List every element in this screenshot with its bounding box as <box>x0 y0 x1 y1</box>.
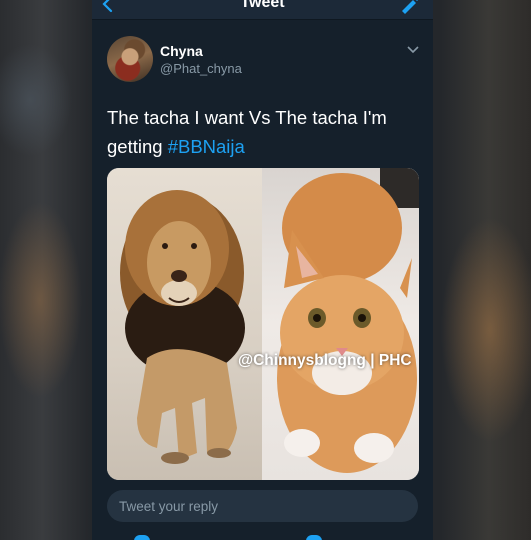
compose-icon[interactable] <box>399 0 421 14</box>
page-title: Tweet <box>240 0 285 11</box>
tweet-image[interactable] <box>107 168 419 480</box>
lion-image <box>107 168 262 480</box>
hashtag-link[interactable]: #BBNaija <box>168 136 245 157</box>
cat-image <box>262 168 419 480</box>
avatar[interactable] <box>107 36 153 82</box>
bottom-tab-bar <box>92 530 433 540</box>
watermark-text: @Chinnysblogng | PHC <box>238 352 412 369</box>
home-tab-icon[interactable] <box>134 535 150 540</box>
tweet-text: The tacha I want Vs The tacha I'm gettin… <box>107 103 422 161</box>
tweet-body-text: The tacha I want Vs The tacha I'm gettin… <box>107 107 387 157</box>
reply-input[interactable]: Tweet your reply <box>107 490 418 522</box>
reply-placeholder: Tweet your reply <box>119 499 219 514</box>
lion-illustration <box>120 190 245 464</box>
top-navigation-bar: Tweet <box>92 0 433 20</box>
notifications-tab-icon[interactable] <box>306 535 322 540</box>
author-display-name[interactable]: Chyna <box>160 43 203 59</box>
chevron-down-icon[interactable] <box>407 46 419 54</box>
author-handle[interactable]: @Phat_chyna <box>160 61 242 76</box>
cat-illustration <box>277 168 419 473</box>
tweet-screen: Tweet Chyna @Phat_chyna The tacha I want… <box>92 0 433 540</box>
